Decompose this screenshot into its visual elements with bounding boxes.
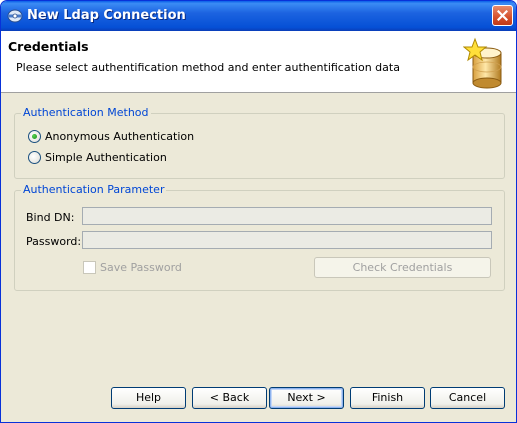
radio-simple[interactable]: Simple Authentication xyxy=(28,151,167,164)
back-button[interactable]: < Back xyxy=(192,387,267,409)
radio-simple-label: Simple Authentication xyxy=(45,151,167,164)
next-button[interactable]: Next > xyxy=(269,387,344,409)
title-bar[interactable]: New Ldap Connection xyxy=(1,1,516,31)
help-button[interactable]: Help xyxy=(111,387,186,409)
password-label: Password: xyxy=(26,235,82,248)
save-password-checkbox[interactable] xyxy=(83,261,96,274)
next-button-label: Next > xyxy=(287,391,326,404)
check-credentials-button[interactable]: Check Credentials xyxy=(314,257,491,278)
authentication-parameter-legend: Authentication Parameter xyxy=(21,183,167,196)
page-title: Credentials xyxy=(8,39,89,54)
radio-button-selected[interactable] xyxy=(28,130,41,143)
close-icon xyxy=(497,10,508,21)
save-password-checkbox-row[interactable]: Save Password xyxy=(83,261,182,274)
radio-button[interactable] xyxy=(28,151,41,164)
dialog-window: New Ldap Connection Credentials Please s… xyxy=(0,0,517,423)
page-description: Please select authentification method an… xyxy=(16,61,400,74)
authentication-parameter-group: Authentication Parameter Bind DN: Passwo… xyxy=(14,183,505,291)
save-password-label: Save Password xyxy=(100,261,182,274)
cancel-button-label: Cancel xyxy=(448,391,487,404)
database-star-icon xyxy=(463,37,502,89)
radio-anonymous-label: Anonymous Authentication xyxy=(45,130,195,143)
ldap-connection-icon xyxy=(7,9,23,23)
radio-anonymous[interactable]: Anonymous Authentication xyxy=(28,130,194,143)
authentication-method-legend: Authentication Method xyxy=(21,106,151,119)
back-button-label: < Back xyxy=(209,391,250,404)
close-button[interactable] xyxy=(492,5,513,26)
finish-button-label: Finish xyxy=(371,391,404,404)
bind-dn-input[interactable] xyxy=(82,207,492,225)
window-title: New Ldap Connection xyxy=(27,8,186,23)
wizard-header: Credentials Please select authentificati… xyxy=(1,31,516,93)
authentication-method-group: Authentication Method Anonymous Authenti… xyxy=(14,106,505,179)
password-input[interactable] xyxy=(82,231,492,249)
finish-button[interactable]: Finish xyxy=(350,387,425,409)
cancel-button[interactable]: Cancel xyxy=(430,387,505,409)
help-button-label: Help xyxy=(135,391,162,404)
bind-dn-label: Bind DN: xyxy=(26,211,75,224)
